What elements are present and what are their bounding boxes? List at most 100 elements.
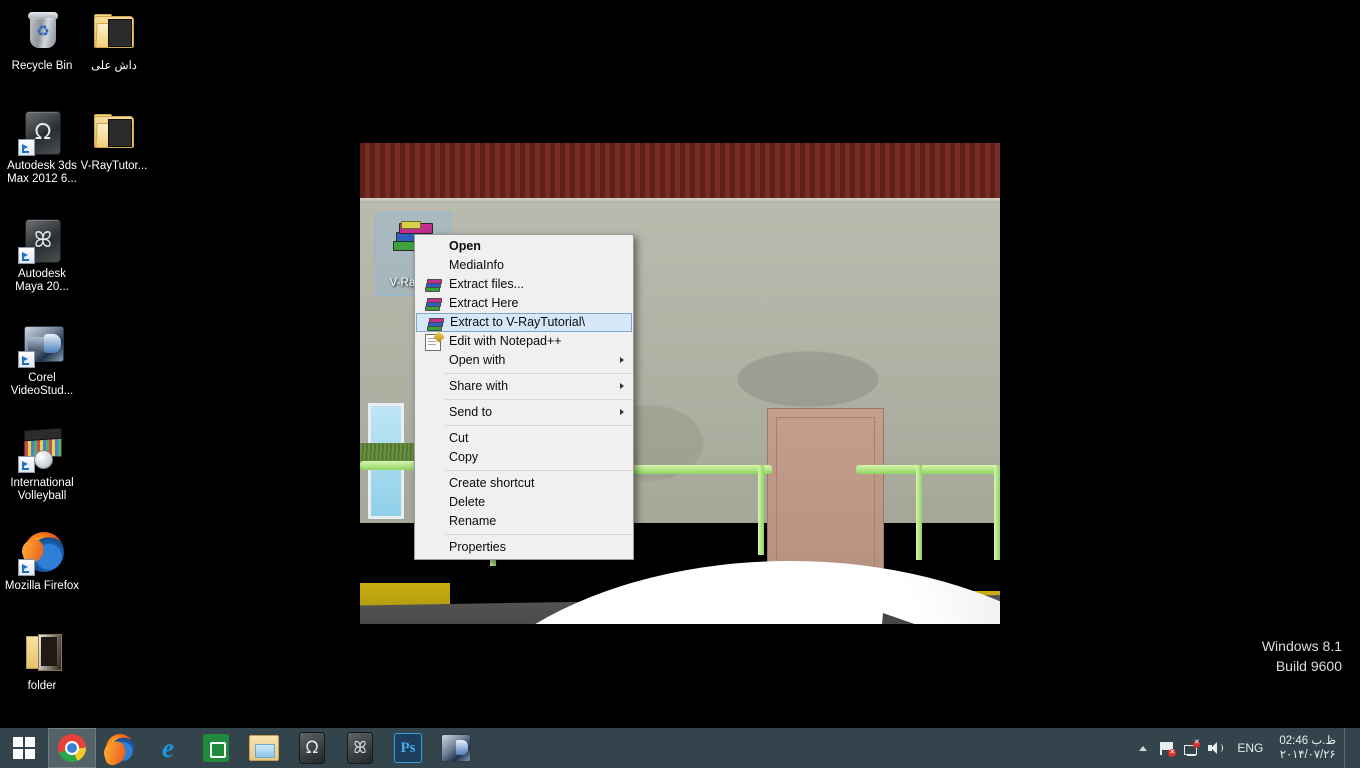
clock-date: ۲۰۱۴/۰۷/۲۶ bbox=[1279, 749, 1336, 761]
flag-icon: ✕ bbox=[1160, 741, 1177, 757]
show-hidden-icons-button[interactable] bbox=[1131, 728, 1155, 768]
taskbar-photoshop[interactable]: Ps bbox=[384, 728, 432, 768]
menu-separator bbox=[445, 534, 632, 535]
folder-icon bbox=[94, 14, 134, 48]
show-desktop-button[interactable] bbox=[1344, 728, 1352, 768]
desktop-icon-autodesk-3ds-max[interactable]: ᘯ Autodesk 3ds Max 2012 6... bbox=[4, 108, 80, 186]
taskbar-maya[interactable]: ꕤ bbox=[336, 728, 384, 768]
icon-glyph bbox=[90, 8, 138, 56]
icon-glyph bbox=[18, 425, 66, 473]
menu-item-open[interactable]: Open bbox=[415, 237, 633, 256]
menu-item-label: Extract Here bbox=[449, 296, 519, 310]
menu-item-extract-to[interactable]: Extract to V-RayTutorial\ bbox=[416, 313, 632, 332]
menu-item-send-to[interactable]: Send to bbox=[415, 403, 633, 422]
menu-item-rename[interactable]: Rename bbox=[415, 512, 633, 531]
menu-item-extract-files[interactable]: Extract files... bbox=[415, 275, 633, 294]
notepadpp-icon bbox=[425, 331, 445, 351]
menu-separator bbox=[445, 470, 632, 471]
taskbar-corel[interactable] bbox=[432, 728, 480, 768]
icon-glyph: ꕤ bbox=[18, 216, 66, 264]
winrar-icon bbox=[425, 277, 442, 292]
desktop-icon-mozilla-firefox[interactable]: Mozilla Firefox bbox=[4, 528, 80, 593]
menu-item-open-with[interactable]: Open with bbox=[415, 351, 633, 370]
chevron-right-icon bbox=[620, 409, 624, 415]
icon-glyph: ᘯ bbox=[18, 108, 66, 156]
menu-item-label: Extract to V-RayTutorial\ bbox=[450, 315, 585, 329]
store-icon bbox=[203, 734, 229, 762]
taskbar-3ds-max[interactable]: ᘯ bbox=[288, 728, 336, 768]
icon-glyph bbox=[18, 628, 66, 676]
taskbar-firefox[interactable] bbox=[96, 728, 144, 768]
menu-item-label: Open bbox=[449, 239, 481, 253]
desktop-icon-v-raytutorial-folder[interactable]: V-RayTutor... bbox=[76, 108, 152, 173]
menu-item-edit-notepadpp[interactable]: Edit with Notepad++ bbox=[415, 331, 633, 351]
tray-volume[interactable] bbox=[1203, 728, 1227, 768]
photoshop-icon: Ps bbox=[394, 733, 422, 763]
desktop-icon-international-volleyball[interactable]: International Volleyball bbox=[4, 425, 80, 503]
network-icon bbox=[1183, 738, 1200, 756]
desktop-icon-corel-videostudio[interactable]: Corel VideoStud... bbox=[4, 320, 80, 398]
desktop-icon-label: داش على bbox=[91, 60, 137, 72]
menu-separator bbox=[445, 373, 632, 374]
render-roof bbox=[360, 143, 1000, 200]
watermark-line-2: Build 9600 bbox=[1275, 658, 1342, 674]
menu-separator bbox=[445, 399, 632, 400]
tray-language-indicator[interactable]: ENG bbox=[1227, 741, 1273, 755]
shortcut-arrow-icon bbox=[18, 456, 35, 473]
menu-item-create-shortcut[interactable]: Create shortcut bbox=[415, 474, 633, 493]
menu-item-label: Extract files... bbox=[449, 277, 525, 291]
menu-item-label: Send to bbox=[449, 405, 493, 419]
icon-glyph: ♻ bbox=[18, 8, 66, 56]
menu-item-delete[interactable]: Delete bbox=[415, 493, 633, 512]
start-button[interactable] bbox=[0, 728, 48, 768]
shortcut-arrow-icon bbox=[18, 139, 35, 156]
desktop-icon-label: International Volleyball bbox=[10, 477, 74, 502]
icon-glyph bbox=[18, 320, 66, 368]
desktop-icon-label: Autodesk Maya 20... bbox=[15, 268, 69, 293]
menu-item-share-with[interactable]: Share with bbox=[415, 377, 633, 396]
taskbar-store[interactable] bbox=[192, 728, 240, 768]
desktop-icon-folder-dash-ali[interactable]: داش على bbox=[76, 8, 152, 73]
chrome-icon bbox=[58, 734, 86, 762]
menu-item-copy[interactable]: Copy bbox=[415, 448, 633, 467]
winrar-icon bbox=[427, 316, 444, 331]
desktop[interactable]: V-RayT... Open MediaInfo Extract files... E… bbox=[0, 0, 1360, 728]
corel-icon bbox=[441, 734, 471, 762]
desktop-icon-label: Autodesk 3ds Max 2012 6... bbox=[7, 160, 77, 185]
render-rail-mid bbox=[632, 465, 772, 474]
shortcut-arrow-icon bbox=[18, 559, 35, 576]
menu-item-properties[interactable]: Properties bbox=[415, 538, 633, 557]
system-tray[interactable]: ✕ ENG 02:46 ظ.ب ۲۰۱۴/۰۷/۲۶ bbox=[1131, 728, 1360, 768]
desktop-icon-label: folder bbox=[27, 680, 57, 692]
taskbar-file-explorer[interactable] bbox=[240, 728, 288, 768]
recycle-bin-icon: ♻ bbox=[28, 12, 58, 50]
taskbar[interactable]: e ᘯ ꕤ Ps ✕ ✕ ENG 02:46 ظ.ب ۲۰۱۴/۰۷/۲۶ bbox=[0, 728, 1360, 768]
tray-network[interactable] bbox=[1179, 728, 1203, 768]
menu-item-label: MediaInfo bbox=[449, 258, 504, 272]
desktop-icon-recycle-bin[interactable]: ♻ Recycle Bin bbox=[4, 8, 80, 73]
firefox-icon bbox=[101, 734, 134, 767]
desktop-icon-folder[interactable]: folder bbox=[4, 628, 80, 693]
menu-item-extract-here[interactable]: Extract Here bbox=[415, 294, 633, 313]
context-menu[interactable]: Open MediaInfo Extract files... Extract Her… bbox=[414, 234, 634, 560]
tray-action-center[interactable]: ✕ bbox=[1155, 728, 1179, 768]
menu-item-cut[interactable]: Cut bbox=[415, 429, 633, 448]
menu-item-label: Create shortcut bbox=[449, 476, 535, 490]
icon-glyph bbox=[90, 108, 138, 156]
taskbar-internet-explorer[interactable]: e bbox=[144, 728, 192, 768]
render-rail-post-4 bbox=[994, 465, 1000, 560]
windows-activation-watermark: Windows 8.1 Build 9600 bbox=[1262, 636, 1342, 676]
desktop-icon-label: Recycle Bin bbox=[11, 60, 73, 72]
icon-glyph bbox=[18, 528, 66, 576]
desktop-icon-autodesk-maya[interactable]: ꕤ Autodesk Maya 20... bbox=[4, 216, 80, 294]
maya-icon: ꕤ bbox=[347, 732, 373, 764]
clock[interactable]: 02:46 ظ.ب ۲۰۱۴/۰۷/۲۶ bbox=[1273, 734, 1344, 762]
windows-logo-icon bbox=[13, 737, 35, 759]
taskbar-chrome[interactable] bbox=[48, 728, 96, 768]
menu-separator bbox=[445, 425, 632, 426]
watermark-line-1: Windows 8.1 bbox=[1261, 638, 1342, 654]
shortcut-arrow-icon bbox=[18, 247, 35, 264]
menu-item-mediainfo[interactable]: MediaInfo bbox=[415, 256, 633, 275]
show-hidden-icons-caret bbox=[1139, 745, 1148, 751]
chevron-right-icon bbox=[620, 383, 624, 389]
